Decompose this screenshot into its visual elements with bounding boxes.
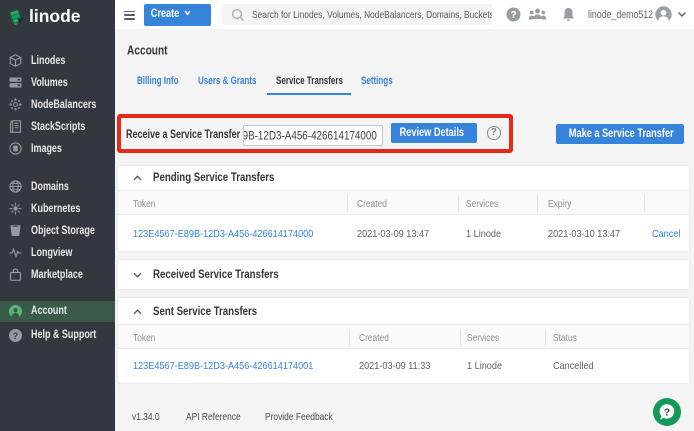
svg-text:?: ?	[664, 407, 670, 419]
svg-text:?: ?	[510, 10, 516, 21]
svg-text:?: ?	[13, 330, 18, 340]
